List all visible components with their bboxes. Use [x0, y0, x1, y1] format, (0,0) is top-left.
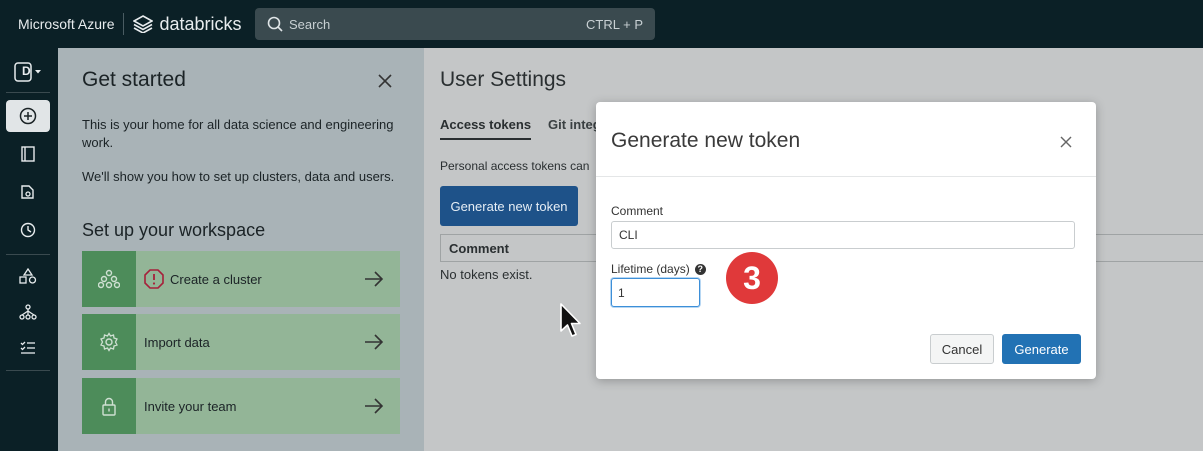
- workspace-switcher[interactable]: D: [6, 56, 50, 88]
- dialog-divider: [596, 176, 1096, 177]
- tasks-icon: [20, 341, 35, 354]
- rail-repos-button[interactable]: [6, 176, 50, 208]
- dialog-title: Generate new token: [611, 129, 801, 152]
- close-icon: [1060, 136, 1072, 148]
- tab-access-tokens[interactable]: Access tokens: [440, 117, 532, 140]
- clock-icon: [20, 222, 36, 238]
- page-title: User Settings: [440, 68, 567, 91]
- arrow-right-icon: [364, 334, 384, 350]
- warning-icon: [144, 269, 164, 289]
- rail-data-button[interactable]: [6, 260, 50, 292]
- comment-input[interactable]: [611, 221, 1075, 249]
- generate-token-dialog: Generate new token Comment Lifetime (day…: [596, 102, 1096, 379]
- search-input[interactable]: Search CTRL + P: [255, 8, 655, 40]
- mouse-cursor-icon: [560, 303, 584, 346]
- task-import-data[interactable]: Import data: [82, 314, 400, 370]
- comment-label: Comment: [611, 204, 664, 218]
- get-started-close-button[interactable]: [376, 72, 394, 90]
- lifetime-label: Lifetime (days): [611, 262, 690, 276]
- get-started-title: Get started: [82, 68, 186, 91]
- workspace-letter: D: [22, 64, 31, 78]
- lifetime-input[interactable]: [611, 278, 700, 307]
- task-label: Create a cluster: [170, 271, 262, 287]
- rail-workspace-button[interactable]: [6, 138, 50, 170]
- task-label: Invite your team: [144, 398, 237, 414]
- arrow-right-icon: [364, 398, 384, 414]
- shapes-icon: [19, 268, 37, 284]
- rail-recents-button[interactable]: [6, 214, 50, 246]
- pat-description: Personal access tokens can: [440, 159, 590, 173]
- get-started-intro-2: We'll show you how to set up clusters, d…: [82, 169, 395, 184]
- top-bar: Microsoft Azure databricks Search CTRL +…: [0, 0, 1203, 48]
- rail-compute-button[interactable]: [6, 296, 50, 328]
- task-create-cluster[interactable]: Create a cluster: [82, 251, 400, 307]
- brand-divider: [123, 13, 125, 35]
- get-started-intro: This is your home for all data science a…: [82, 117, 394, 150]
- search-placeholder: Search: [289, 16, 331, 32]
- cluster-icon: [82, 251, 136, 307]
- rail-divider: [6, 92, 50, 93]
- generate-new-token-button[interactable]: Generate new token: [440, 186, 578, 226]
- task-invite-team[interactable]: Invite your team: [82, 378, 400, 434]
- get-started-panel: Get started This is your home for all da…: [58, 48, 424, 451]
- databricks-logo-icon: [133, 15, 154, 33]
- close-icon: [378, 74, 392, 88]
- lock-icon: [82, 378, 136, 434]
- data-icon: [21, 185, 34, 199]
- databricks-brand-text: databricks: [159, 13, 242, 34]
- step-badge: 3: [726, 252, 778, 304]
- rail-jobs-button[interactable]: [6, 332, 50, 364]
- setup-workspace-heading: Set up your workspace: [82, 220, 266, 240]
- rail-divider: [6, 370, 50, 371]
- plus-circle-icon: [19, 107, 37, 125]
- help-icon[interactable]: ?: [694, 263, 706, 275]
- rail-divider: [6, 254, 50, 255]
- tab-git-integration[interactable]: Git integ: [548, 117, 601, 132]
- search-icon: [267, 16, 283, 32]
- models-icon: [19, 304, 37, 320]
- lifetime-label-row: Lifetime (days) ?: [611, 262, 706, 276]
- microsoft-azure-brand: Microsoft Azure: [18, 16, 115, 32]
- notebook-icon: [21, 146, 35, 162]
- task-label: Import data: [144, 334, 210, 350]
- search-shortcut: CTRL + P: [586, 16, 643, 32]
- dialog-close-button[interactable]: [1058, 134, 1074, 150]
- gear-icon: [82, 314, 136, 370]
- generate-button[interactable]: Generate: [1002, 334, 1081, 364]
- left-rail: D: [0, 48, 58, 451]
- arrow-right-icon: [364, 271, 384, 287]
- cancel-button[interactable]: Cancel: [930, 334, 994, 364]
- empty-tokens-text: No tokens exist.: [440, 267, 533, 282]
- databricks-brand[interactable]: databricks: [133, 13, 242, 35]
- rail-new-button[interactable]: [6, 100, 50, 132]
